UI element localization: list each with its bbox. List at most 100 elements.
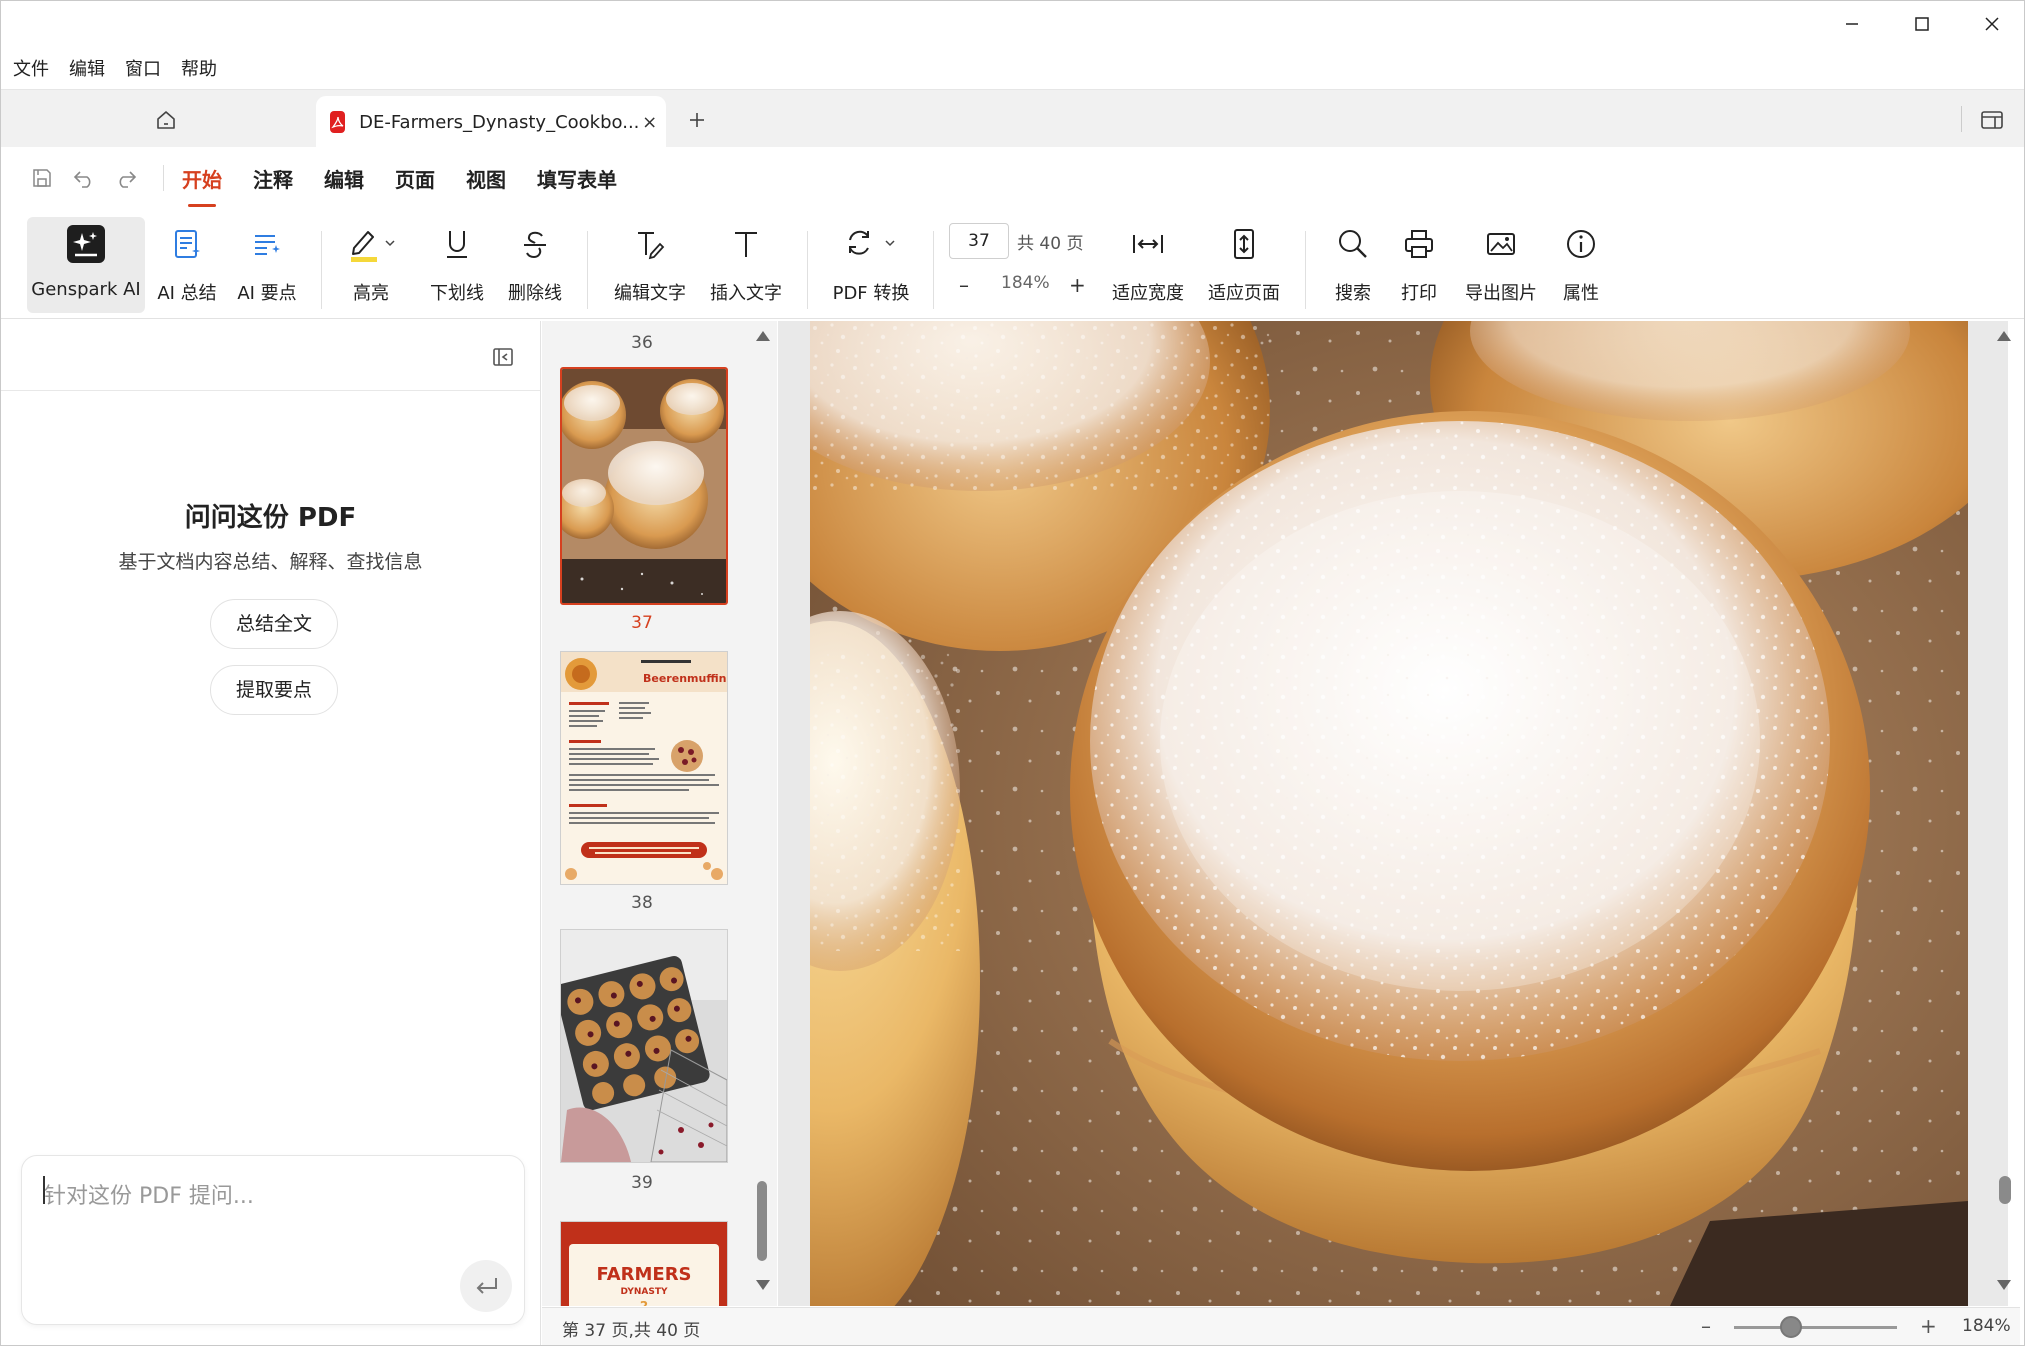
underline-button[interactable]: 下划线 — [425, 217, 489, 313]
toolbar-divider — [587, 231, 588, 309]
thumbnail-page-number: 39 — [631, 1173, 653, 1193]
print-button[interactable]: 打印 — [1389, 217, 1449, 313]
donut-photo — [810, 321, 1968, 1306]
home-icon — [157, 111, 175, 129]
zoom-out-button[interactable]: – — [959, 273, 969, 297]
status-zoom-in-button[interactable]: + — [1920, 1314, 1937, 1338]
ai-summary-button[interactable]: AI 总结 — [151, 217, 223, 313]
document-viewer[interactable] — [778, 321, 2008, 1306]
save-button[interactable] — [27, 163, 57, 193]
insert-text-label: 插入文字 — [710, 283, 782, 304]
status-zoom-out-button[interactable]: – — [1701, 1314, 1711, 1338]
menu-window[interactable]: 窗口 — [125, 55, 161, 81]
document-tab[interactable]: DE-Farmers_Dynasty_Cookbo... × — [316, 96, 666, 148]
extract-key-points-button[interactable]: 提取要点 — [210, 665, 338, 715]
ai-question-input[interactable]: 针对这份 PDF 提问... — [21, 1155, 525, 1325]
ai-summary-label: AI 总结 — [157, 283, 217, 304]
strikethrough-label: 删除线 — [508, 283, 562, 304]
thumbnail-37-image — [562, 369, 726, 603]
thumbnail-page-38[interactable]: Beerenmuffin — [560, 651, 728, 885]
summarize-all-button[interactable]: 总结全文 — [210, 599, 338, 649]
thumbnail-scrollbar[interactable] — [748, 321, 776, 1306]
maximize-button[interactable] — [1887, 1, 1957, 47]
close-icon — [1985, 17, 1999, 31]
viewer-scroll-up-icon[interactable] — [1997, 331, 2011, 341]
edit-text-button[interactable]: 编辑文字 — [611, 217, 689, 313]
zoom-in-button[interactable]: + — [1069, 273, 1086, 297]
toolbar-divider — [933, 231, 934, 309]
ai-key-points-button[interactable]: AI 要点 — [231, 217, 303, 313]
properties-button[interactable]: 属性 — [1551, 217, 1611, 313]
toolbar-divider — [807, 231, 808, 309]
title-bar — [1, 1, 2024, 47]
zoom-slider-handle[interactable] — [1780, 1316, 1803, 1338]
tab-annotate[interactable]: 注释 — [253, 164, 293, 193]
scrollbar-thumb[interactable] — [757, 1181, 767, 1261]
sidebar-toggle-button[interactable] — [1976, 104, 2008, 136]
thumbnail-page-37[interactable] — [560, 367, 728, 605]
tab-strip-divider — [1961, 106, 1962, 132]
scroll-down-arrow-icon[interactable] — [756, 1280, 770, 1290]
collapse-panel-icon[interactable] — [491, 345, 515, 369]
text-caret — [43, 1176, 45, 1204]
zoom-level-input[interactable]: 184% — [1001, 273, 1050, 293]
redo-button[interactable] — [111, 163, 141, 193]
menu-file[interactable]: 文件 — [13, 55, 49, 81]
fit-page-button[interactable]: 适应页面 — [1205, 217, 1283, 313]
undo-icon — [73, 171, 91, 188]
maximize-icon — [1915, 17, 1929, 31]
menu-help[interactable]: 帮助 — [181, 55, 217, 81]
fit-width-label: 适应宽度 — [1112, 283, 1184, 304]
convert-icon — [849, 230, 895, 255]
tab-close-button[interactable]: × — [639, 112, 660, 133]
plus-icon — [690, 113, 704, 127]
underline-icon — [447, 231, 467, 258]
ai-key-points-icon — [255, 235, 280, 255]
viewer-scrollbar[interactable] — [1989, 321, 2019, 1306]
toolbar: Genspark AI AI 总结 AI 要点 高亮 下划线 删除线 编辑文字 — [1, 211, 2024, 319]
scroll-up-arrow-icon[interactable] — [756, 331, 770, 341]
zoom-slider-track[interactable] — [1734, 1326, 1897, 1329]
tab-fill-form[interactable]: 填写表单 — [537, 164, 617, 193]
edit-text-label: 编辑文字 — [614, 283, 686, 304]
minimize-button[interactable] — [1817, 1, 1887, 47]
thumbnail-page-number: 36 — [631, 333, 653, 353]
tab-start[interactable]: 开始 — [182, 164, 222, 207]
genspark-ai-button[interactable]: Genspark AI — [27, 217, 145, 313]
send-button[interactable] — [460, 1260, 512, 1312]
undo-button[interactable] — [69, 163, 99, 193]
thumbnail-39-image — [561, 930, 727, 1162]
ai-panel-title: 问问这份 PDF — [184, 503, 357, 533]
thumbnail-40-image: FARMERS DYNASTY 2 — [561, 1222, 727, 1306]
thumbnail-38-image: Beerenmuffin — [561, 652, 727, 884]
pdf-convert-button[interactable]: PDF 转换 — [829, 217, 913, 313]
page-number-input[interactable]: 37 — [949, 223, 1009, 259]
viewer-scroll-down-icon[interactable] — [1997, 1280, 2011, 1290]
thumbnail-page-number-active: 37 — [631, 613, 653, 633]
highlighter-icon — [351, 231, 395, 262]
tab-view[interactable]: 视图 — [466, 164, 506, 193]
export-image-button[interactable]: 导出图片 — [1461, 217, 1541, 313]
panel-layout-icon — [1981, 111, 2003, 129]
thumbnail-page-40[interactable]: FARMERS DYNASTY 2 — [560, 1221, 728, 1306]
enter-icon — [476, 1278, 497, 1294]
home-tab[interactable] — [136, 104, 196, 136]
thumbnail-page-number: 38 — [631, 893, 653, 913]
ribbon-tabs: 开始 注释 编辑 页面 视图 填写表单 — [1, 151, 2024, 207]
insert-text-button[interactable]: 插入文字 — [707, 217, 785, 313]
thumbnail-40-logo-sub: DYNASTY — [621, 1287, 668, 1297]
genspark-ai-label: Genspark AI — [31, 279, 141, 300]
tab-page[interactable]: 页面 — [395, 164, 435, 193]
save-icon — [33, 169, 51, 187]
close-window-button[interactable] — [1957, 1, 2024, 47]
fit-width-button[interactable]: 适应宽度 — [1109, 217, 1187, 313]
thumbnail-page-39[interactable] — [560, 929, 728, 1163]
tab-edit[interactable]: 编辑 — [324, 164, 364, 193]
new-tab-button[interactable] — [681, 104, 713, 136]
highlight-button[interactable]: 高亮 — [341, 217, 401, 313]
viewer-scrollbar-thumb[interactable] — [1999, 1176, 2011, 1204]
strikethrough-button[interactable]: 删除线 — [503, 217, 567, 313]
menu-edit[interactable]: 编辑 — [69, 55, 105, 81]
app-window: 文件 编辑 窗口 帮助 DE-Farmers_Dynasty_Cookbo...… — [0, 0, 2025, 1346]
search-button[interactable]: 搜索 — [1323, 217, 1383, 313]
